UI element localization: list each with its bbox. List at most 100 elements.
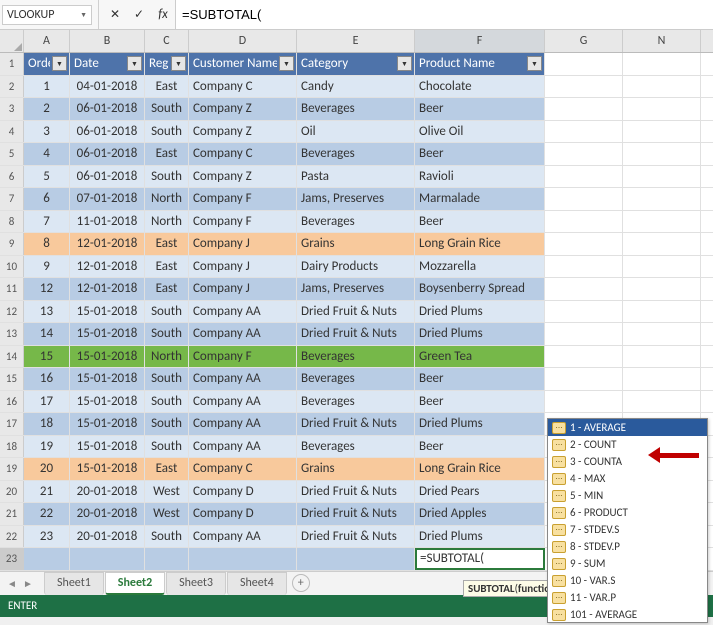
cell[interactable]: Company J — [189, 233, 297, 255]
cell[interactable]: 7 — [24, 211, 70, 233]
cell[interactable] — [623, 256, 701, 278]
filter-button[interactable]: ▼ — [171, 56, 186, 71]
cell[interactable]: Mozzarella — [415, 256, 545, 278]
cell[interactable] — [623, 391, 701, 413]
filter-button[interactable]: ▼ — [397, 56, 412, 71]
cell[interactable] — [545, 301, 623, 323]
cell[interactable] — [623, 278, 701, 300]
cell[interactable]: 20-01-2018 — [70, 481, 145, 503]
cell[interactable] — [545, 76, 623, 98]
cell[interactable]: 15-01-2018 — [70, 368, 145, 390]
header-cell[interactable]: Order▼ — [24, 53, 70, 75]
cell[interactable] — [623, 143, 701, 165]
cell[interactable]: Company C — [189, 458, 297, 480]
cell[interactable]: 04-01-2018 — [70, 76, 145, 98]
cell[interactable] — [623, 166, 701, 188]
cell[interactable]: 06-01-2018 — [70, 166, 145, 188]
cell[interactable]: West — [145, 481, 189, 503]
row-header[interactable]: 11 — [0, 278, 24, 300]
cell[interactable]: 06-01-2018 — [70, 98, 145, 120]
cell[interactable]: East — [145, 256, 189, 278]
cell[interactable]: 4 — [24, 143, 70, 165]
cell[interactable]: East — [145, 76, 189, 98]
row-header[interactable]: 5 — [0, 143, 24, 165]
cell[interactable]: Company Z — [189, 166, 297, 188]
cell[interactable]: South — [145, 323, 189, 345]
cell[interactable]: Dried Plums — [415, 526, 545, 548]
cell[interactable] — [623, 346, 701, 368]
cell[interactable]: Company Z — [189, 98, 297, 120]
prev-sheet-icon[interactable]: ◄ — [5, 576, 19, 590]
cell[interactable]: Company F — [189, 346, 297, 368]
cell[interactable]: 20-01-2018 — [70, 526, 145, 548]
cell[interactable] — [545, 391, 623, 413]
cell[interactable]: Company C — [189, 76, 297, 98]
sheet-tab[interactable]: Sheet1 — [44, 572, 104, 595]
dropdown-item[interactable]: ⋯9 - SUM — [548, 555, 707, 572]
cell[interactable]: 15-01-2018 — [70, 436, 145, 458]
cell[interactable]: Company D — [189, 503, 297, 525]
row-header[interactable]: 12 — [0, 301, 24, 323]
cell[interactable]: Beverages — [297, 391, 415, 413]
cell[interactable] — [24, 548, 70, 570]
cell[interactable]: 06-01-2018 — [70, 143, 145, 165]
cell[interactable]: 3 — [24, 121, 70, 143]
cell[interactable]: 9 — [24, 256, 70, 278]
row-header[interactable]: 10 — [0, 256, 24, 278]
cell[interactable]: Dried Fruit & Nuts — [297, 323, 415, 345]
new-sheet-button[interactable]: + — [292, 574, 310, 592]
cell[interactable]: 8 — [24, 233, 70, 255]
cell[interactable]: 18 — [24, 413, 70, 435]
cell[interactable] — [545, 143, 623, 165]
cell[interactable]: Beer — [415, 211, 545, 233]
row-header[interactable]: 7 — [0, 188, 24, 210]
column-header[interactable]: A — [24, 30, 70, 52]
cell[interactable]: East — [145, 458, 189, 480]
cell[interactable]: South — [145, 121, 189, 143]
cell[interactable] — [623, 211, 701, 233]
cell[interactable] — [623, 76, 701, 98]
filter-button[interactable]: ▼ — [527, 56, 542, 71]
cell[interactable] — [545, 368, 623, 390]
column-header[interactable]: G — [545, 30, 623, 52]
cell[interactable]: 13 — [24, 301, 70, 323]
cell[interactable] — [623, 188, 701, 210]
dropdown-item[interactable]: ⋯7 - STDEV.S — [548, 521, 707, 538]
cell[interactable] — [623, 233, 701, 255]
cell[interactable] — [545, 346, 623, 368]
cell[interactable]: South — [145, 301, 189, 323]
cell[interactable] — [623, 323, 701, 345]
dropdown-item[interactable]: ⋯1 - AVERAGE — [548, 419, 707, 436]
cell[interactable]: Ravioli — [415, 166, 545, 188]
cell[interactable]: 20 — [24, 458, 70, 480]
cell[interactable]: 21 — [24, 481, 70, 503]
cell[interactable]: South — [145, 98, 189, 120]
cell[interactable]: 15-01-2018 — [70, 391, 145, 413]
cell[interactable] — [545, 323, 623, 345]
cell[interactable] — [545, 166, 623, 188]
cell[interactable]: Dairy Products — [297, 256, 415, 278]
active-cell[interactable]: =SUBTOTAL( — [415, 548, 545, 570]
row-header[interactable]: 18 — [0, 436, 24, 458]
row-header[interactable]: 3 — [0, 98, 24, 120]
cell[interactable]: Beverages — [297, 211, 415, 233]
cell[interactable]: Grains — [297, 233, 415, 255]
cell[interactable]: 15 — [24, 346, 70, 368]
filter-button[interactable]: ▼ — [279, 56, 294, 71]
cell[interactable]: 16 — [24, 368, 70, 390]
cell[interactable]: Oil — [297, 121, 415, 143]
cell[interactable]: 17 — [24, 391, 70, 413]
header-cell[interactable]: Product Name▼ — [415, 53, 545, 75]
cell[interactable]: Dried Plums — [415, 323, 545, 345]
cell[interactable]: East — [145, 233, 189, 255]
cell[interactable]: Jams, Preserves — [297, 278, 415, 300]
cell[interactable]: South — [145, 413, 189, 435]
cell[interactable]: Boysenberry Spread — [415, 278, 545, 300]
cancel-icon[interactable]: ✕ — [105, 5, 125, 25]
row-header[interactable]: 16 — [0, 391, 24, 413]
cell[interactable]: Company AA — [189, 526, 297, 548]
cell[interactable]: South — [145, 436, 189, 458]
column-header[interactable]: E — [297, 30, 415, 52]
cell[interactable] — [189, 548, 297, 570]
dropdown-item[interactable]: ⋯2 - COUNT — [548, 436, 707, 453]
